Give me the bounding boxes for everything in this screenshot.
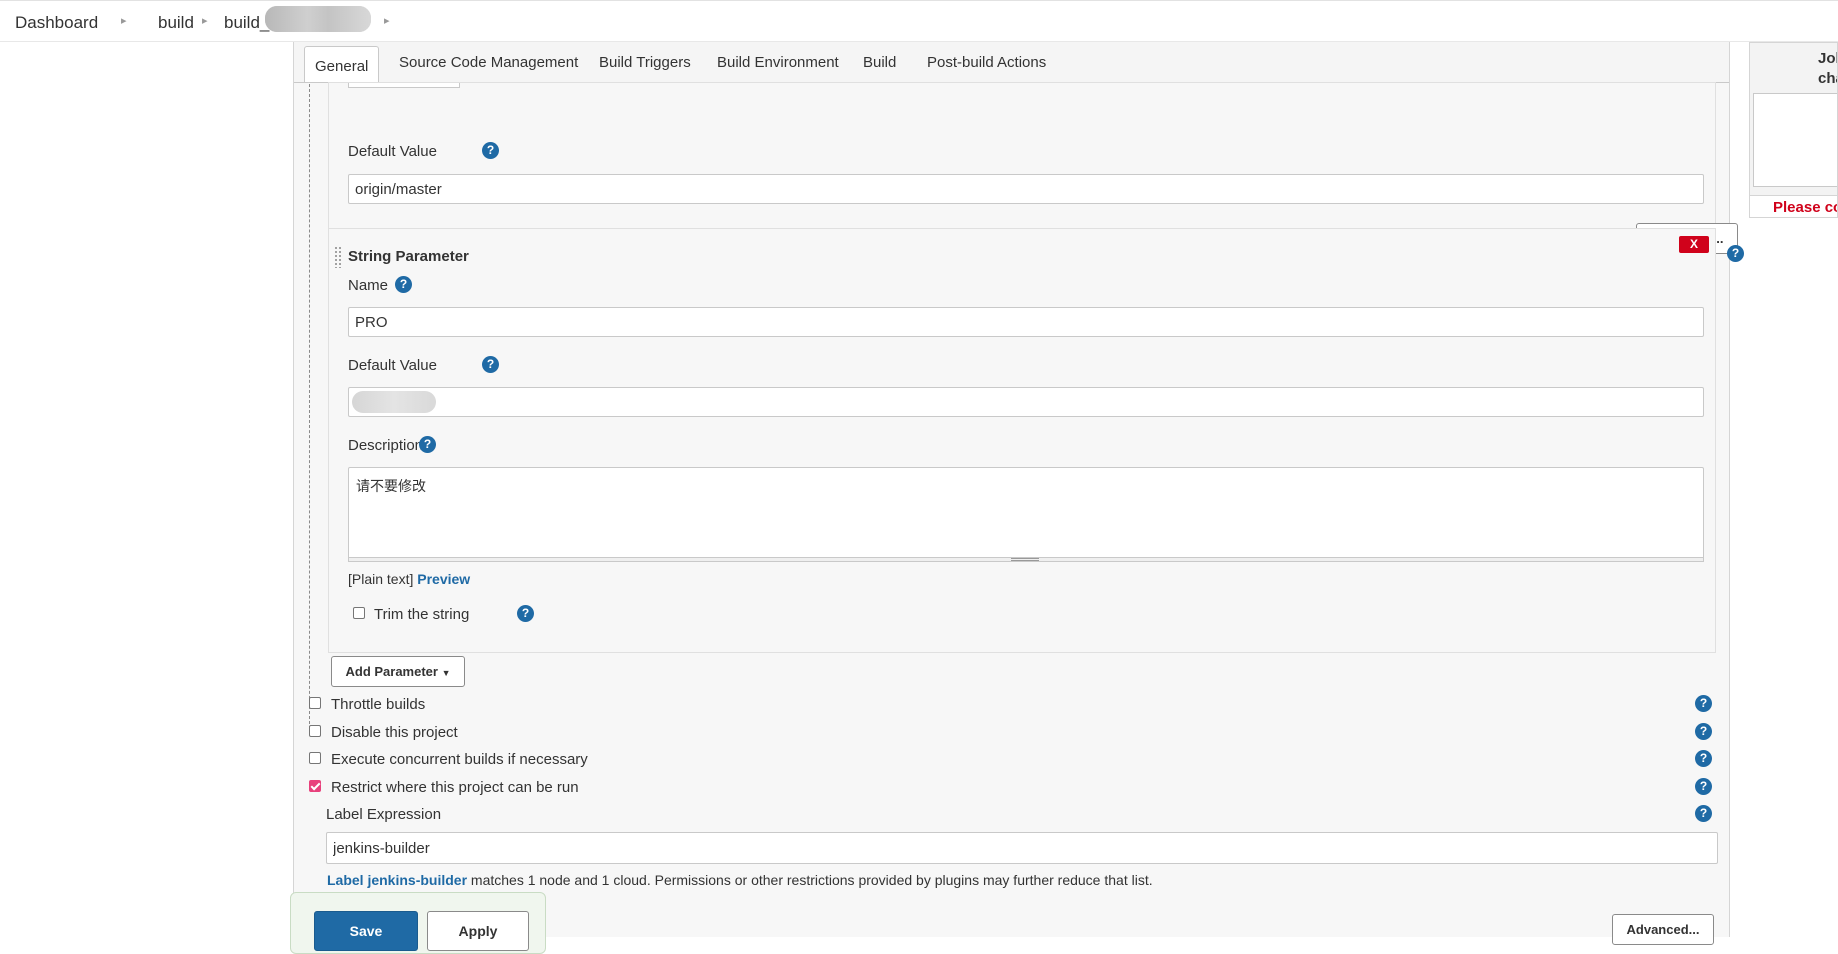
- disable-project-checkbox[interactable]: [309, 725, 321, 737]
- label-expression-label: Label Expression: [326, 806, 442, 823]
- apply-button[interactable]: Apply: [427, 911, 529, 951]
- clipped-input: [348, 83, 460, 88]
- advanced-button[interactable]: Advanced...: [1612, 914, 1714, 945]
- chevron-right-icon: ▸: [202, 15, 208, 27]
- breadcrumb-job[interactable]: build_: [224, 13, 269, 33]
- help-icon[interactable]: ?: [1695, 723, 1712, 740]
- help-icon[interactable]: ?: [1695, 778, 1712, 795]
- concurrent-builds-label: Execute concurrent builds if necessary: [331, 751, 588, 768]
- delete-parameter-button[interactable]: X: [1679, 236, 1709, 253]
- restrict-project-label: Restrict where this project can be run: [331, 779, 579, 796]
- description-label: Description: [348, 437, 424, 454]
- side-panel-warning: Please co: [1773, 199, 1838, 216]
- help-icon[interactable]: ?: [1695, 750, 1712, 767]
- redacted-job-name: [265, 6, 371, 32]
- tab-post-build-actions[interactable]: Post-build Actions: [927, 54, 1046, 71]
- tab-build-environment[interactable]: Build Environment: [717, 54, 839, 71]
- side-panel-textarea[interactable]: [1753, 93, 1837, 187]
- side-panel-title-line1: Jol: [1818, 50, 1838, 67]
- trim-string-checkbox[interactable]: [353, 607, 365, 619]
- side-panel: Jol cha Please co: [1749, 42, 1838, 218]
- throttle-builds-checkbox[interactable]: [309, 697, 321, 709]
- default-value-label: Default Value: [348, 357, 437, 374]
- tab-build-triggers[interactable]: Build Triggers: [599, 54, 691, 71]
- help-icon[interactable]: ?: [482, 356, 499, 373]
- default-value-input[interactable]: [348, 174, 1704, 204]
- side-panel-warning-row: Please co: [1750, 195, 1838, 217]
- help-icon[interactable]: ?: [1727, 245, 1744, 262]
- textarea-resize-bar[interactable]: [348, 557, 1704, 562]
- tab-bar: General Source Code Management Build Tri…: [294, 42, 1729, 83]
- chevron-right-icon: ▸: [384, 15, 390, 27]
- default-value-label: Default Value: [348, 143, 437, 160]
- default-value-input[interactable]: [348, 387, 1704, 417]
- breadcrumb-dashboard[interactable]: Dashboard: [15, 13, 98, 33]
- label-link[interactable]: Label jenkins-builder: [327, 872, 467, 888]
- section-divider: [309, 84, 310, 734]
- caret-down-icon: ▼: [441, 668, 451, 678]
- trim-string-label: Trim the string: [374, 606, 470, 623]
- disable-project-label: Disable this project: [331, 724, 458, 741]
- help-icon[interactable]: ?: [517, 605, 534, 622]
- help-icon[interactable]: ?: [1695, 805, 1712, 822]
- preview-link[interactable]: Preview: [417, 571, 470, 587]
- concurrent-builds-checkbox[interactable]: [309, 752, 321, 764]
- help-icon[interactable]: ?: [395, 276, 412, 293]
- add-parameter-label: Add Parameter: [345, 664, 438, 679]
- plain-text-indicator: [Plain text] Preview: [348, 571, 470, 587]
- plain-text-label: [Plain text]: [348, 571, 414, 587]
- string-parameter-title: String Parameter: [348, 248, 469, 265]
- restrict-project-checkbox[interactable]: [309, 780, 321, 792]
- config-panel: General Source Code Management Build Tri…: [293, 42, 1744, 945]
- tab-build[interactable]: Build: [863, 54, 896, 71]
- help-icon[interactable]: ?: [1695, 695, 1712, 712]
- label-expression-input[interactable]: [326, 832, 1718, 864]
- chevron-right-icon: ▸: [121, 15, 127, 27]
- breadcrumb-build[interactable]: build: [158, 13, 194, 33]
- breadcrumb: Dashboard ▸ build ▸ build_ ▸: [0, 0, 1838, 42]
- save-button[interactable]: Save: [314, 911, 418, 951]
- side-panel-title: Jol cha: [1818, 49, 1838, 89]
- description-textarea[interactable]: 请不要修改: [348, 467, 1704, 561]
- help-icon[interactable]: ?: [419, 436, 436, 453]
- name-input[interactable]: [348, 307, 1704, 337]
- add-parameter-button[interactable]: Add Parameter ▼: [331, 656, 465, 687]
- help-icon[interactable]: ?: [482, 142, 499, 159]
- tab-source-code-management[interactable]: Source Code Management: [399, 54, 578, 71]
- drag-handle-icon[interactable]: [334, 246, 342, 268]
- throttle-builds-label: Throttle builds: [331, 696, 426, 713]
- name-label: Name: [348, 277, 389, 294]
- tab-general[interactable]: General: [304, 46, 380, 82]
- label-info-text: matches 1 node and 1 cloud. Permissions …: [467, 872, 1153, 888]
- label-expression-info: Label jenkins-builder matches 1 node and…: [327, 872, 1153, 888]
- form-actions-bar: Save Apply: [290, 892, 546, 954]
- side-panel-title-line2: cha: [1818, 70, 1837, 87]
- string-parameter-block: String Parameter X ? Name ? Default Valu…: [328, 228, 1744, 653]
- redacted-value: [352, 391, 436, 413]
